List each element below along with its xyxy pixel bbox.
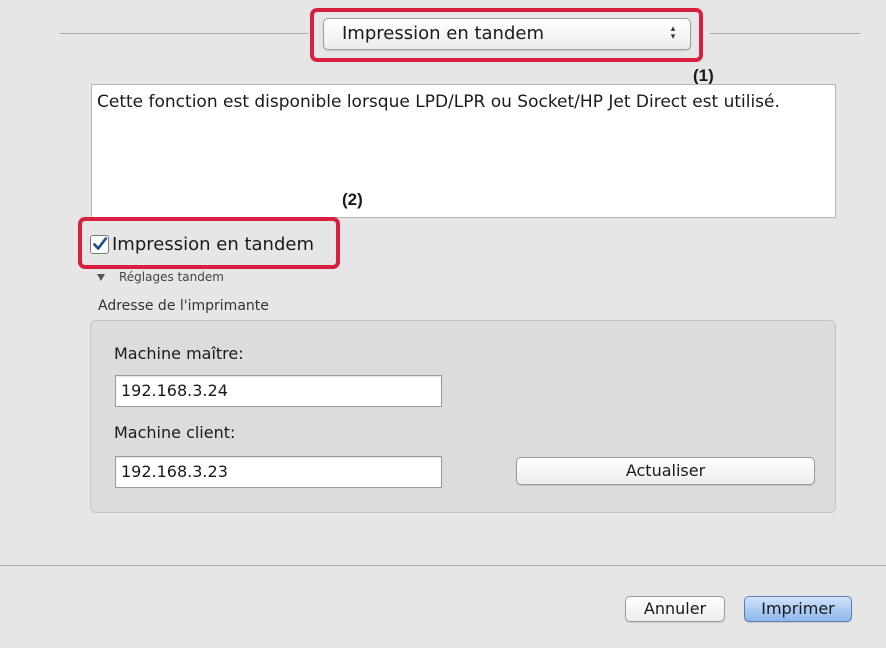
- client-machine-label: Machine client:: [114, 423, 236, 442]
- printer-address-label: Adresse de l'imprimante: [98, 298, 269, 314]
- printer-address-group: Machine maître: 192.168.3.24 Machine cli…: [90, 320, 836, 513]
- tandem-checkbox-row[interactable]: Impression en tandem: [90, 229, 314, 259]
- master-machine-label: Machine maître:: [114, 344, 244, 363]
- refresh-button[interactable]: Actualiser: [516, 457, 815, 485]
- header-separator-right: [710, 33, 860, 34]
- tandem-checkbox[interactable]: [90, 234, 109, 254]
- cancel-button[interactable]: Annuler: [625, 596, 725, 622]
- tandem-checkbox-label: Impression en tandem: [112, 233, 314, 255]
- callout-2-label: (2): [342, 190, 363, 209]
- tandem-settings-label: Réglages tandem: [119, 270, 224, 284]
- callout-1-frame: [310, 8, 703, 62]
- header-separator-left: [60, 33, 308, 34]
- client-machine-field[interactable]: 192.168.3.23: [115, 456, 442, 488]
- description-box: Cette fonction est disponible lorsque LP…: [91, 84, 836, 218]
- master-machine-field[interactable]: 192.168.3.24: [115, 375, 442, 407]
- checkmark-icon: [92, 237, 107, 250]
- tandem-settings-disclosure[interactable]: Réglages tandem: [97, 270, 224, 284]
- callout-1-label: (1): [693, 66, 714, 85]
- description-text: Cette fonction est disponible lorsque LP…: [97, 92, 780, 112]
- footer-separator: [0, 565, 886, 566]
- print-button[interactable]: Imprimer: [744, 596, 852, 622]
- disclosure-triangle-icon: [97, 273, 105, 281]
